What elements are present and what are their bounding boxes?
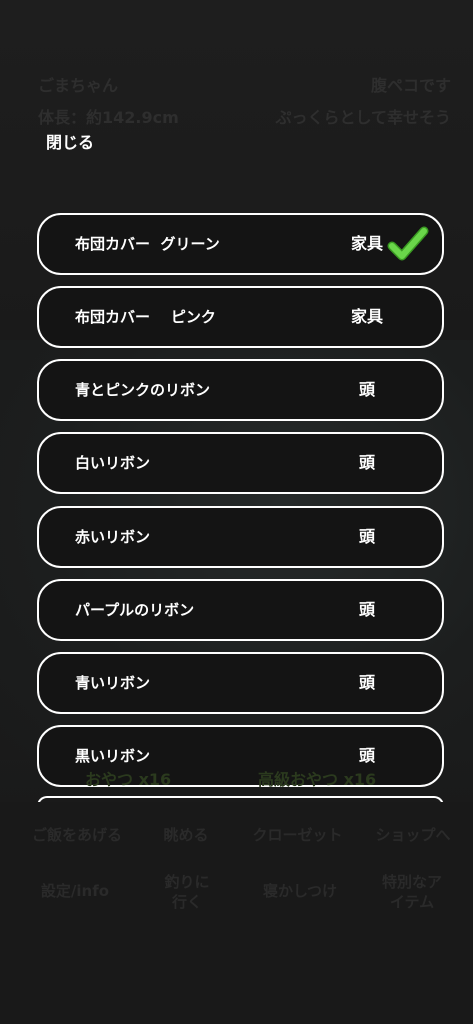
- go-fishing-button[interactable]: 釣りに行く: [158, 872, 216, 912]
- shop-button[interactable]: ショップへ: [368, 825, 458, 845]
- item-name: 赤いリボン: [75, 528, 151, 546]
- item-row[interactable]: 白いリボン 頭: [37, 432, 444, 494]
- item-row[interactable]: 赤いリボン 頭: [37, 506, 444, 568]
- item-category: 頭: [358, 380, 375, 399]
- item-row[interactable]: 布団カバー ピンク 家具: [37, 286, 444, 348]
- item-row[interactable]: パープルのリボン 頭: [37, 579, 444, 641]
- item-category: 頭: [358, 673, 375, 692]
- item-category: 家具: [350, 307, 383, 326]
- closet-button[interactable]: クローゼット: [245, 825, 350, 845]
- premium-snack-count: 高級おやつ x16: [258, 770, 377, 789]
- item-name: パープルのリボン: [75, 601, 195, 619]
- special-items-button[interactable]: 特別なアイテム: [378, 872, 446, 912]
- snack-count: おやつ x16: [85, 770, 172, 789]
- item-category: 頭: [358, 453, 375, 472]
- settings-button[interactable]: 設定/info: [20, 881, 130, 901]
- item-category: 家具: [350, 234, 383, 253]
- item-category: 頭: [358, 527, 375, 546]
- item-name: 布団カバー ピンク: [75, 308, 216, 326]
- item-name: 布団カバー グリーン: [75, 235, 220, 253]
- sleep-button[interactable]: 寝かしつけ: [250, 881, 350, 901]
- item-row[interactable]: 青とピンクのリボン 頭: [37, 359, 444, 421]
- item-row[interactable]: 青いリボン 頭: [37, 652, 444, 714]
- check-icon: [387, 226, 429, 261]
- watch-button[interactable]: 眺める: [150, 825, 222, 845]
- item-name: 青いリボン: [75, 674, 151, 692]
- item-list: 布団カバー グリーン 家具 布団カバー ピンク 家具 青とピンクのリボン 頭 白…: [0, 0, 473, 806]
- item-name: 青とピンクのリボン: [75, 381, 211, 399]
- item-name: 白いリボン: [75, 454, 151, 472]
- item-row[interactable]: 布団カバー グリーン 家具: [37, 213, 444, 275]
- feed-button[interactable]: ご飯をあげる: [22, 825, 132, 845]
- item-category: 頭: [358, 600, 375, 619]
